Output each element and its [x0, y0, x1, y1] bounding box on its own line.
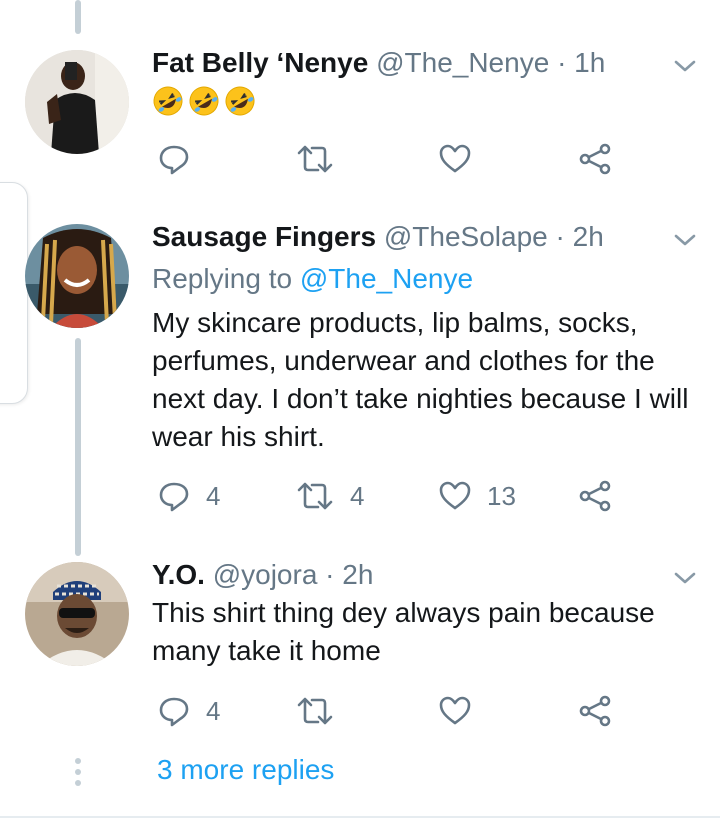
- like-button[interactable]: [439, 691, 487, 731]
- user-handle[interactable]: @yojora: [213, 559, 318, 590]
- divider: [0, 816, 720, 818]
- share-button[interactable]: [578, 691, 612, 731]
- tweet-3[interactable]: Y.O. @yojora · 2h This shirt thing dey a…: [0, 540, 720, 740]
- laughing-emoji-icon: [189, 86, 219, 116]
- chevron-down-icon[interactable]: [672, 568, 698, 588]
- share-button[interactable]: [578, 139, 612, 179]
- tweet-actions: 4 4 13: [0, 476, 720, 516]
- like-count: 13: [487, 480, 516, 511]
- timestamp[interactable]: · 2h: [325, 559, 373, 590]
- replying-to: Replying to @The_Nenye: [152, 262, 473, 296]
- heart-icon: [439, 696, 471, 725]
- tweet-actions: 4: [0, 691, 720, 731]
- retweet-button[interactable]: [296, 139, 350, 179]
- tweet-text: This shirt thing dey always pain because…: [152, 597, 655, 666]
- laughing-emoji-icon: [153, 86, 183, 116]
- avatar[interactable]: [25, 562, 129, 666]
- user-handle[interactable]: @The_Nenye: [376, 47, 549, 78]
- display-name[interactable]: Sausage Fingers: [152, 221, 376, 252]
- avatar[interactable]: [25, 224, 129, 328]
- replying-to-mention[interactable]: @The_Nenye: [300, 263, 473, 294]
- retweet-button[interactable]: [296, 691, 350, 731]
- tweet-header: Sausage Fingers @TheSolape · 2h: [152, 220, 604, 254]
- reply-count: 4: [206, 480, 221, 511]
- share-icon: [579, 695, 611, 727]
- laughing-emoji-icon: [225, 86, 255, 116]
- heart-icon: [439, 481, 471, 510]
- reply-icon: [159, 482, 189, 512]
- retweet-count: 4: [350, 480, 365, 511]
- like-button[interactable]: [439, 139, 487, 179]
- share-icon: [579, 143, 611, 175]
- reply-icon: [159, 145, 189, 175]
- share-icon: [579, 480, 611, 512]
- retweet-icon: [297, 697, 333, 725]
- thread-dots: [72, 758, 84, 791]
- tweet-emoji-row: [152, 85, 256, 119]
- timestamp[interactable]: · 2h: [556, 221, 604, 252]
- display-name[interactable]: Y.O.: [152, 559, 205, 590]
- show-more-replies-link[interactable]: 3 more replies: [157, 754, 334, 786]
- tweet-2[interactable]: Sausage Fingers @TheSolape · 2h Replying…: [0, 190, 720, 540]
- retweet-button[interactable]: 4: [296, 476, 364, 516]
- reply-button[interactable]: 4: [158, 691, 220, 731]
- timestamp[interactable]: · 1h: [557, 47, 605, 78]
- replying-to-label: Replying to: [152, 263, 293, 294]
- like-button[interactable]: 13: [439, 476, 516, 516]
- chevron-down-icon[interactable]: [672, 56, 698, 76]
- tweet-1[interactable]: Fat Belly ‘Nenye @The_Nenye · 1h: [0, 0, 720, 190]
- reply-button[interactable]: 4: [158, 476, 220, 516]
- retweet-icon: [297, 482, 333, 510]
- tweet-text: My skincare products, lip balms, socks, …: [152, 307, 689, 452]
- reply-icon: [159, 697, 189, 727]
- tweet-actions: [0, 139, 720, 179]
- user-handle[interactable]: @TheSolape: [384, 221, 548, 252]
- tweet-header: Y.O. @yojora · 2h: [152, 558, 373, 592]
- reply-count: 4: [206, 695, 221, 726]
- tweet-header: Fat Belly ‘Nenye @The_Nenye · 1h: [152, 46, 605, 80]
- display-name[interactable]: Fat Belly ‘Nenye: [152, 47, 368, 78]
- share-button[interactable]: [578, 476, 612, 516]
- retweet-icon: [297, 145, 333, 173]
- chevron-down-icon[interactable]: [672, 230, 698, 250]
- reply-button[interactable]: [158, 139, 206, 179]
- heart-icon: [439, 144, 471, 173]
